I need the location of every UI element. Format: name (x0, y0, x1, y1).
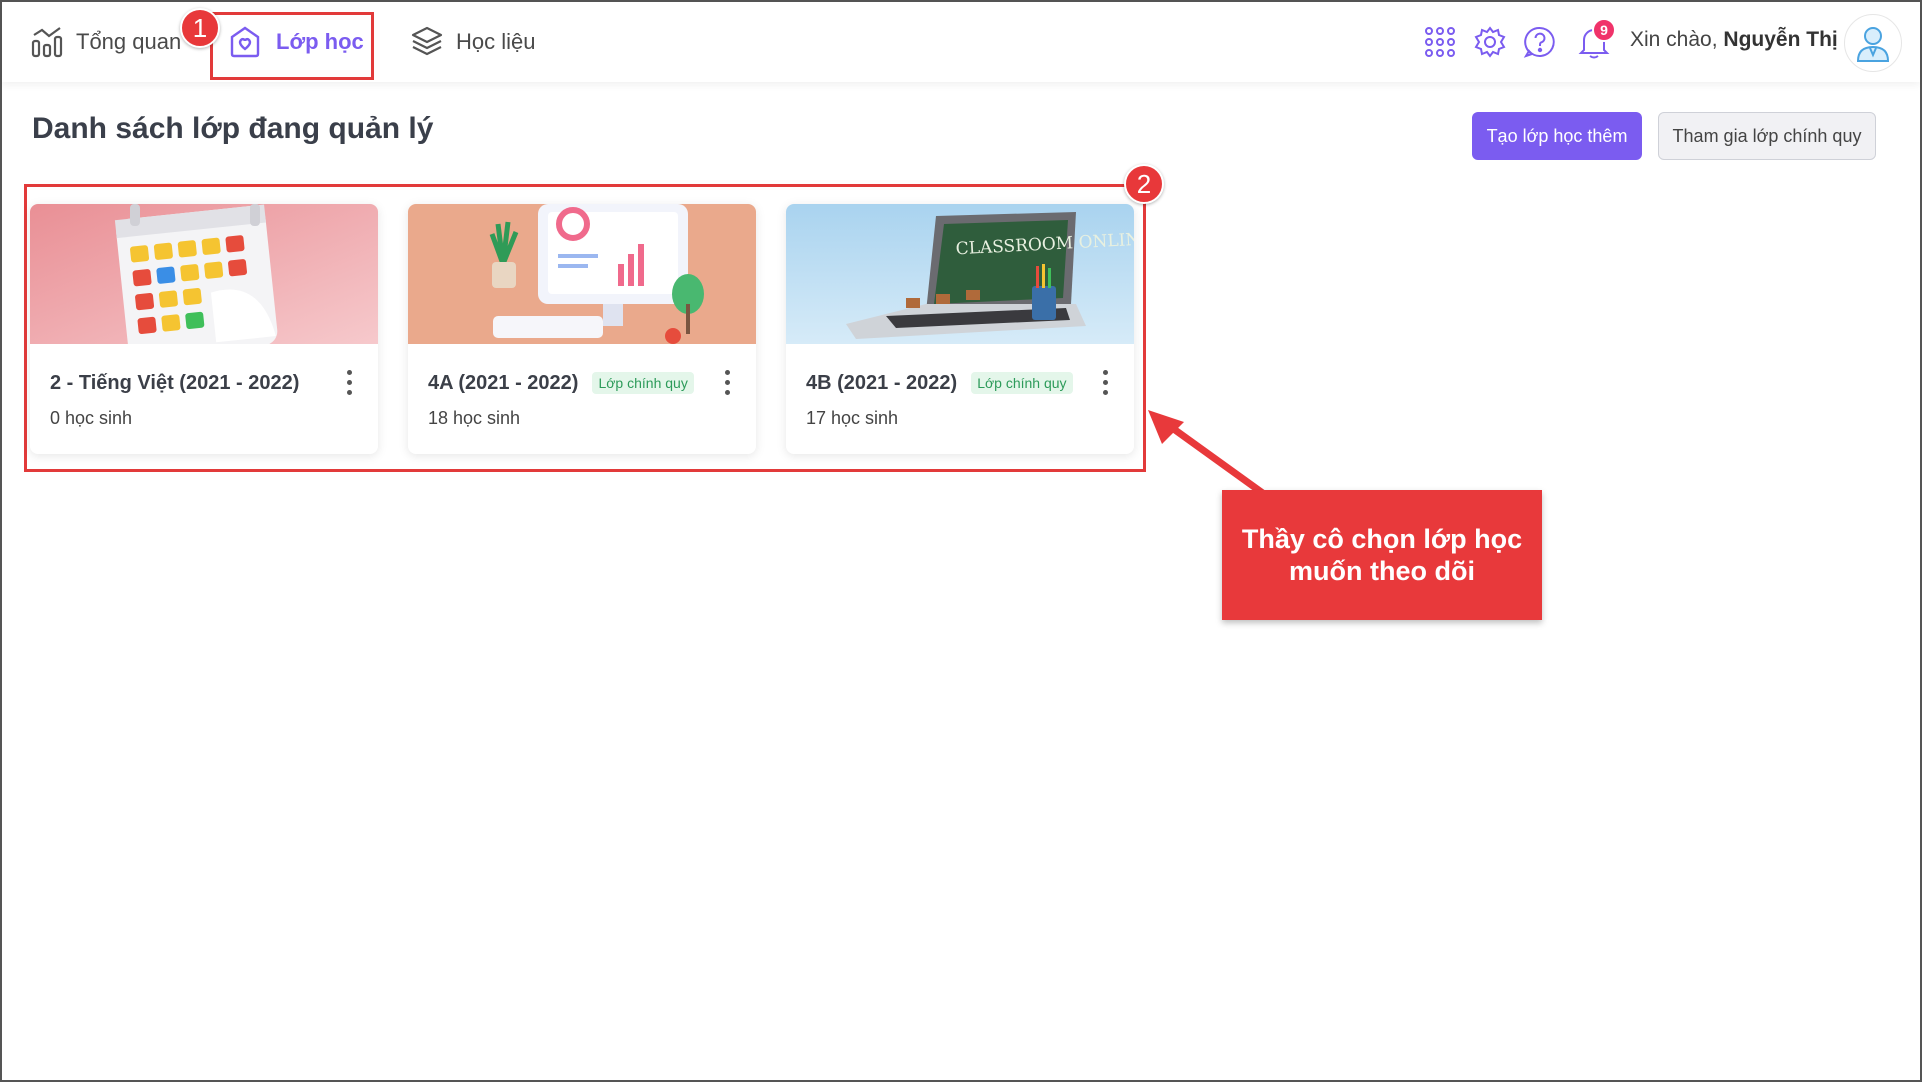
student-count: 0 học sinh (50, 408, 133, 428)
help-icon[interactable] (1520, 20, 1560, 64)
nav-item-materials-label: Học liệu (456, 29, 536, 54)
step-badge-2: 2 (1124, 164, 1164, 204)
classroom-online-laptop: CLASSROOM ONLINE (786, 204, 1134, 344)
user-avatar-icon[interactable] (1844, 14, 1902, 72)
computer-illustration (408, 204, 756, 344)
join-official-class-button[interactable]: Tham gia lớp chính quy (1658, 112, 1876, 160)
nav-item-overview[interactable]: Tổng quan (30, 20, 181, 64)
class-card[interactable]: 4A (2021 - 2022) Lớp chính quy 18 học si… (408, 204, 756, 454)
student-count: 18 học sinh (428, 408, 521, 428)
official-class-tag: Lớp chính quy (971, 372, 1073, 394)
more-options-icon[interactable] (338, 364, 360, 400)
greeting-prefix: Xin chào, (1630, 28, 1718, 51)
highlight-box-classes-tab (210, 12, 374, 80)
nav-item-materials[interactable]: Học liệu (410, 20, 535, 64)
notification-count-badge: 9 (1592, 18, 1616, 42)
step-badge-1: 1 (180, 8, 220, 48)
window-frame (0, 0, 1922, 1082)
user-greeting[interactable]: Xin chào, Nguyễn Thị (1630, 28, 1838, 52)
more-options-icon[interactable] (716, 364, 738, 400)
class-card-title-row: 4A (2021 - 2022) Lớp chính quy (428, 368, 746, 398)
gear-icon[interactable] (1470, 20, 1510, 64)
class-title: 4A (2021 - 2022) (428, 371, 579, 394)
user-name: Nguyễn Thị (1723, 28, 1838, 51)
page-title: Danh sách lớp đang quản lý (32, 112, 434, 145)
bar-chart-icon (30, 25, 64, 59)
official-class-tag: Lớp chính quy (592, 372, 694, 394)
student-count: 17 học sinh (806, 408, 899, 428)
class-card[interactable]: 2 - Tiếng Việt (2021 - 2022) 0 học sinh (30, 204, 378, 454)
class-card-title-row: 2 - Tiếng Việt (2021 - 2022) (50, 368, 368, 398)
calendar-illustration (30, 204, 378, 344)
apps-grid-icon[interactable] (1420, 20, 1460, 64)
more-options-icon[interactable] (1094, 364, 1116, 400)
class-title: 4B (2021 - 2022) (806, 371, 958, 394)
class-card-title-row: 4B (2021 - 2022) Lớp chính quy (806, 368, 1124, 398)
class-card[interactable]: CLASSROOM ONLINE 4B (2021 - 2022) Lớp ch… (786, 204, 1134, 454)
nav-item-overview-label: Tổng quan (76, 29, 182, 54)
create-class-button[interactable]: Tạo lớp học thêm (1472, 112, 1642, 160)
layers-icon (410, 25, 444, 59)
instruction-callout: Thầy cô chọn lớp học muốn theo dõi (1222, 490, 1542, 620)
class-title: 2 - Tiếng Việt (2021 - 2022) (50, 371, 300, 394)
